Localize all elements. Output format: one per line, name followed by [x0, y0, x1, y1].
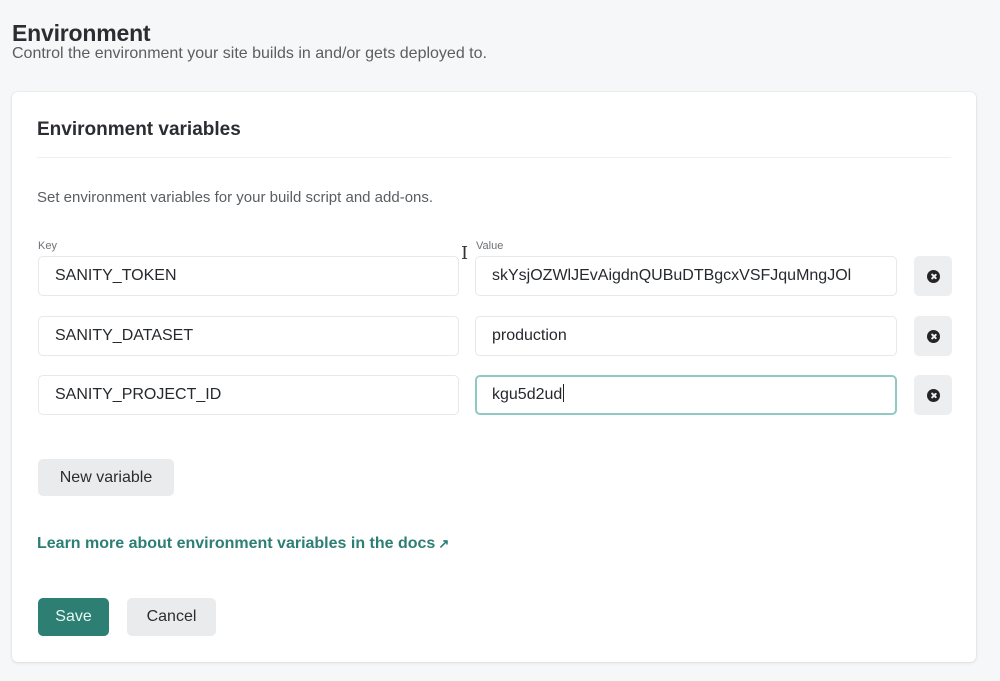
- key-input[interactable]: SANITY_TOKEN: [38, 256, 459, 296]
- value-column-label: Value: [476, 240, 504, 252]
- docs-link-label: Learn more about environment variables i…: [37, 535, 436, 552]
- value-input[interactable]: skYsjOZWlJEvAigdnQUBuDTBgcxVSFJquMngJOl: [475, 256, 897, 296]
- page-subtitle: Control the environment your site builds…: [12, 45, 487, 62]
- remove-variable-button[interactable]: [914, 256, 952, 296]
- value-input[interactable]: production: [475, 316, 897, 356]
- save-button[interactable]: Save: [38, 598, 109, 636]
- page-title: Environment: [12, 20, 151, 47]
- close-circle-icon: [926, 269, 940, 283]
- key-column-label: Key: [38, 240, 57, 252]
- variable-row: SANITY_PROJECT_ID kgu5d2ud: [12, 375, 976, 419]
- key-input[interactable]: SANITY_DATASET: [38, 316, 459, 356]
- environment-variables-card: Environment variables Set environment va…: [12, 92, 976, 662]
- remove-variable-button[interactable]: [914, 316, 952, 356]
- text-caret: [563, 384, 565, 403]
- cancel-button[interactable]: Cancel: [127, 598, 216, 636]
- docs-link[interactable]: Learn more about environment variables i…: [37, 535, 449, 553]
- value-input-focused[interactable]: kgu5d2ud: [475, 375, 897, 415]
- card-divider: [37, 157, 951, 158]
- card-description: Set environment variables for your build…: [37, 189, 434, 206]
- remove-variable-button[interactable]: [914, 375, 952, 415]
- close-circle-icon: [926, 388, 940, 402]
- variable-row: SANITY_TOKEN skYsjOZWlJEvAigdnQUBuDTBgcx…: [12, 256, 976, 300]
- variable-row: SANITY_DATASET production: [12, 316, 976, 360]
- close-circle-icon: [926, 329, 940, 343]
- mouse-text-cursor-icon: I: [461, 243, 469, 264]
- external-link-icon: ↗: [438, 536, 450, 551]
- value-text: kgu5d2ud: [492, 386, 563, 403]
- key-input[interactable]: SANITY_PROJECT_ID: [38, 375, 459, 415]
- card-title: Environment variables: [37, 119, 241, 140]
- new-variable-button[interactable]: New variable: [38, 459, 174, 496]
